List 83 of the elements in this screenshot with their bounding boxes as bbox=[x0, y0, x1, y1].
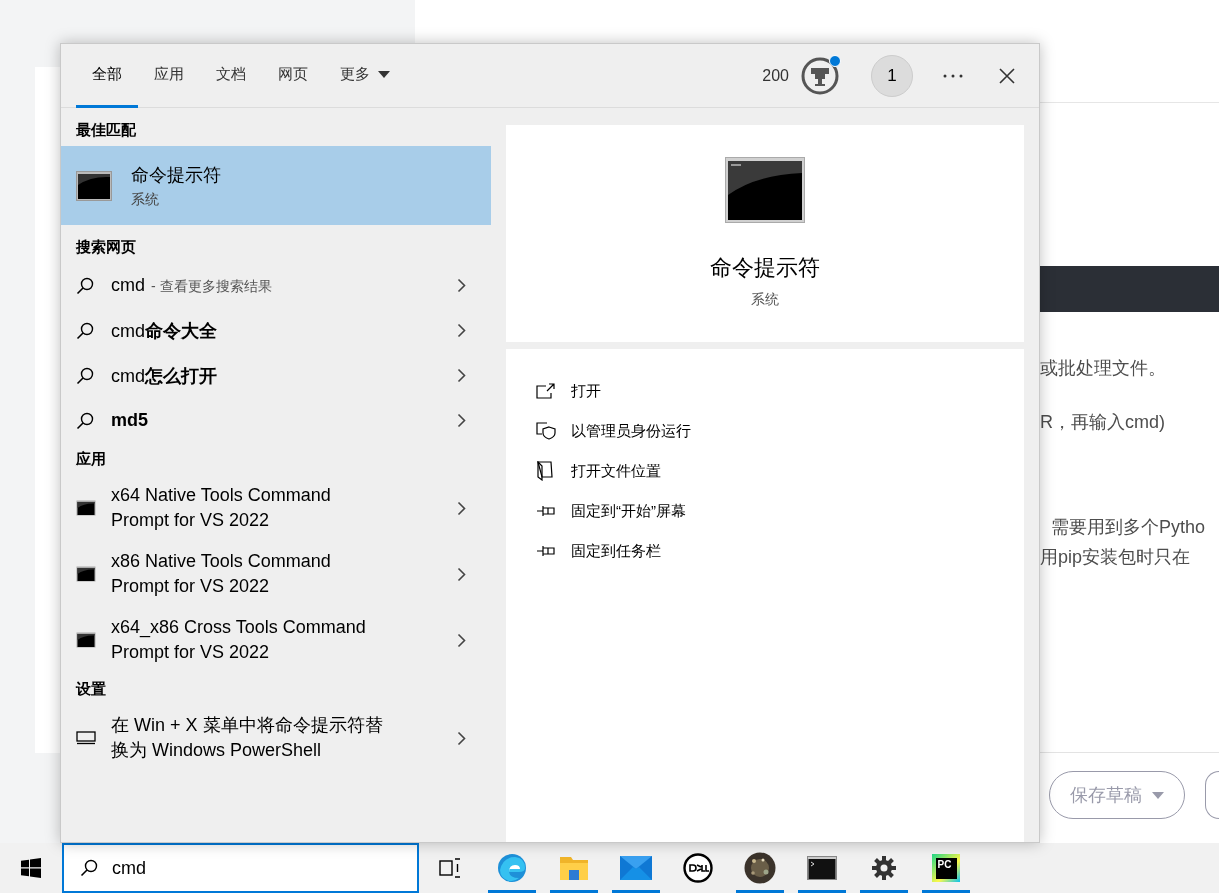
filter-tab[interactable]: 应用 bbox=[138, 44, 200, 108]
more-icon[interactable] bbox=[943, 73, 963, 78]
file-location-icon bbox=[536, 461, 554, 481]
monitor-icon bbox=[76, 731, 96, 745]
item-title: 在 Win + X 菜单中将命令提示符替 换为 Windows PowerShell bbox=[111, 714, 383, 762]
command-prompt-icon bbox=[76, 500, 96, 516]
result-item[interactable]: cmd - 查看更多搜索结果 bbox=[61, 263, 491, 308]
filter-tab[interactable]: 文档 bbox=[200, 44, 262, 108]
query-text: md5 bbox=[111, 410, 148, 431]
chevron-right-icon bbox=[457, 413, 466, 428]
command-prompt-icon bbox=[725, 157, 805, 223]
action-item[interactable]: 固定到“开始”屏幕 bbox=[536, 491, 686, 531]
command-prompt-icon bbox=[76, 632, 96, 648]
filter-tab[interactable]: 全部 bbox=[76, 44, 138, 108]
result-item[interactable]: cmd怎么打开 bbox=[61, 353, 491, 398]
item-title: x86 Native Tools Command Prompt for VS 2022 bbox=[111, 550, 331, 598]
result-item[interactable]: x64_x86 Cross Tools Command Prompt for VS 2022 bbox=[61, 607, 491, 673]
pin-icon bbox=[536, 545, 556, 557]
result-item[interactable]: x86 Native Tools Command Prompt for VS 2022 bbox=[61, 541, 491, 607]
result-item[interactable]: md5 bbox=[61, 398, 491, 443]
article-text: 需要用到多个Pytho bbox=[1050, 516, 1206, 538]
points-count: 200 bbox=[762, 66, 789, 85]
account-badge[interactable]: 1 bbox=[871, 54, 913, 97]
search-icon bbox=[80, 859, 98, 877]
best-match-item[interactable]: 命令提示符 系统 bbox=[61, 146, 491, 225]
search-field[interactable]: cmd bbox=[62, 843, 419, 893]
query-text: cmd命令大全 bbox=[111, 319, 217, 343]
search-icon bbox=[76, 276, 94, 295]
windows-icon[interactable] bbox=[21, 858, 41, 878]
browser-icon[interactable] bbox=[497, 853, 527, 883]
command-prompt-icon bbox=[76, 170, 112, 201]
logo-icon[interactable] bbox=[683, 853, 713, 883]
terminal-icon[interactable] bbox=[807, 856, 837, 880]
filter-tab[interactable]: 更多 bbox=[324, 44, 406, 108]
shield-icon bbox=[536, 422, 556, 440]
search-icon bbox=[76, 321, 94, 340]
article-text: R，再输入cmd) bbox=[1040, 411, 1165, 433]
settings-icon[interactable] bbox=[871, 855, 897, 881]
chevron-right-icon bbox=[457, 632, 466, 648]
hint-text: - 查看更多搜索结果 bbox=[151, 278, 272, 296]
chevron-right-icon bbox=[457, 500, 466, 516]
result-item[interactable]: 在 Win + X 菜单中将命令提示符替 换为 Windows PowerShell bbox=[61, 705, 491, 771]
trophy-icon bbox=[801, 56, 839, 95]
section-heading: 搜索网页 bbox=[75, 237, 137, 257]
preview-subtitle: 系统 bbox=[751, 291, 779, 309]
open-icon bbox=[536, 383, 556, 399]
action-item[interactable]: 打开 bbox=[536, 371, 601, 411]
result-item[interactable]: x64 Native Tools Command Prompt for VS 2022 bbox=[61, 475, 491, 541]
section-heading: 应用 bbox=[75, 449, 107, 469]
task-view-icon[interactable] bbox=[439, 858, 461, 878]
ide-icon[interactable]: PC bbox=[932, 854, 960, 882]
article-text: 或批处理文件。 bbox=[1040, 357, 1166, 379]
command-prompt-icon bbox=[76, 566, 96, 582]
close-icon[interactable] bbox=[999, 67, 1015, 84]
preview-title: 命令提示符 bbox=[710, 254, 820, 282]
orb-icon[interactable] bbox=[744, 852, 776, 884]
rewards-button[interactable] bbox=[801, 56, 839, 95]
search-icon bbox=[76, 366, 94, 385]
item-title: 命令提示符 bbox=[131, 163, 221, 187]
chevron-right-icon bbox=[457, 730, 466, 746]
action-item[interactable]: 固定到任务栏 bbox=[536, 531, 661, 571]
chevron-right-icon bbox=[457, 278, 466, 293]
result-item[interactable]: cmd命令大全 bbox=[61, 308, 491, 353]
chevron-right-icon bbox=[457, 566, 466, 582]
filter-tab[interactable]: 网页 bbox=[262, 44, 324, 108]
section-heading: 设置 bbox=[74, 679, 107, 699]
caret-icon bbox=[1152, 791, 1164, 799]
article-text: 用pip安装包时只在 bbox=[1040, 546, 1191, 568]
query-text: cmd bbox=[111, 275, 145, 296]
action-item[interactable]: 打开文件位置 bbox=[536, 451, 661, 491]
chevron-right-icon bbox=[457, 368, 466, 383]
item-title: x64_x86 Cross Tools Command Prompt for VS 2022 bbox=[111, 616, 366, 664]
chevron-right-icon bbox=[457, 323, 466, 338]
pin-icon bbox=[536, 505, 556, 517]
publish-button[interactable] bbox=[1205, 771, 1219, 819]
item-title: x64 Native Tools Command Prompt for VS 2022 bbox=[111, 484, 331, 532]
action-item[interactable]: 以管理员身份运行 bbox=[536, 411, 691, 451]
query-text: cmd怎么打开 bbox=[111, 364, 217, 388]
search-icon bbox=[76, 411, 94, 430]
caret-icon bbox=[378, 71, 390, 78]
section-heading: 最佳匹配 bbox=[75, 120, 137, 140]
folder-icon[interactable] bbox=[559, 854, 589, 882]
item-subtitle: 系统 bbox=[131, 190, 160, 209]
